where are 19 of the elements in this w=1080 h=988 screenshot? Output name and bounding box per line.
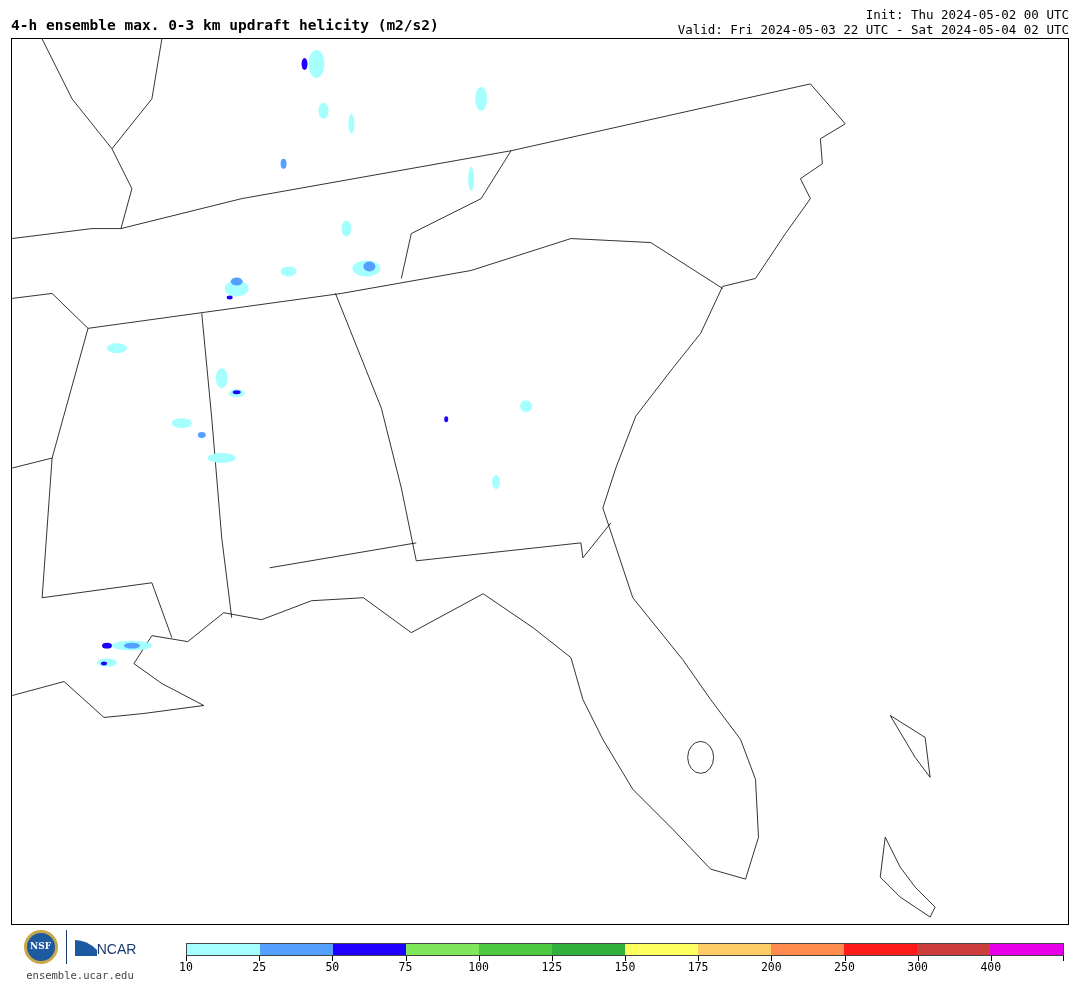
scale-label: 400 (980, 962, 1002, 974)
scale-label: 200 (760, 962, 782, 974)
scale-label: 100 (468, 962, 490, 974)
ncar-logo-text: NCAR (96, 942, 137, 956)
scale-label: 150 (614, 962, 636, 974)
map-title: 4-h ensemble max. 0-3 km updraft helicity (m2/s2) (11, 17, 439, 35)
scale-label: 25 (252, 962, 267, 974)
scale-label: 125 (541, 962, 563, 974)
site-url: ensemble.ucar.edu (26, 968, 134, 983)
scale-label: 10 (179, 962, 193, 974)
scale-label: 50 (325, 962, 340, 974)
scale-label: 175 (687, 962, 709, 974)
init-time: Init: Thu 2024-05-02 00 UTC (865, 7, 1069, 22)
swoosh-icon (74, 938, 97, 956)
scale-label: 75 (398, 962, 413, 974)
seal-logo: NSF (23, 930, 58, 964)
scale-label: 250 (834, 962, 855, 974)
scale-label: 300 (907, 962, 929, 974)
valid-time: Valid: Fri 2024-05-03 22 UTC - Sat 2024-05-04 02 UTC (677, 22, 1069, 37)
